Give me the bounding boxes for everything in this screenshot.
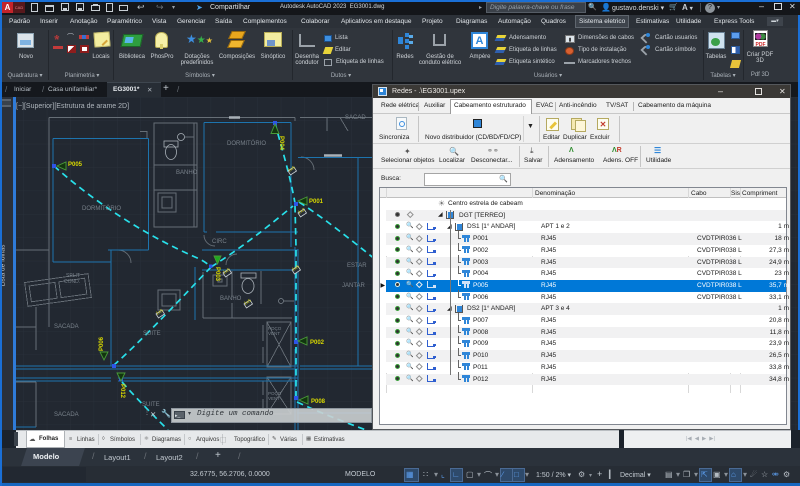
svg-text:SUITE: SUITE: [142, 402, 160, 408]
svg-text:SACADA: SACADA: [54, 412, 79, 418]
svg-text:P008: P008: [311, 399, 326, 405]
svg-text:P004: P004: [278, 136, 284, 151]
svg-text:SACAD: SACAD: [345, 115, 366, 121]
svg-text:P006: P006: [99, 336, 105, 351]
svg-text:P001: P001: [309, 199, 324, 205]
svg-text:[−][Superior][Estrutura de ara: [−][Superior][Estrutura de arame 2D]: [16, 103, 129, 110]
svg-text:CIRC: CIRC: [212, 239, 227, 245]
svg-text:COND.: COND.: [64, 279, 80, 285]
svg-text:BANHO: BANHO: [176, 170, 198, 176]
svg-text:VENT: VENT: [268, 396, 280, 401]
svg-text:P003: P003: [214, 267, 220, 282]
svg-text:BANHO: BANHO: [220, 296, 242, 302]
svg-text:P012: P012: [119, 384, 125, 399]
svg-text:JANTAR: JANTAR: [342, 283, 366, 289]
svg-text:SUITE: SUITE: [143, 331, 161, 337]
svg-text:P002: P002: [310, 340, 325, 346]
svg-text:ESTAR: ESTAR: [347, 263, 367, 269]
svg-text:VENT: VENT: [268, 331, 280, 336]
svg-text:P005: P005: [68, 162, 83, 168]
svg-text:DORMITÓRIO: DORMITÓRIO: [227, 140, 266, 147]
svg-text:SACADA: SACADA: [54, 324, 79, 330]
svg-text:DORMITÓRIO: DORMITÓRIO: [82, 205, 121, 212]
